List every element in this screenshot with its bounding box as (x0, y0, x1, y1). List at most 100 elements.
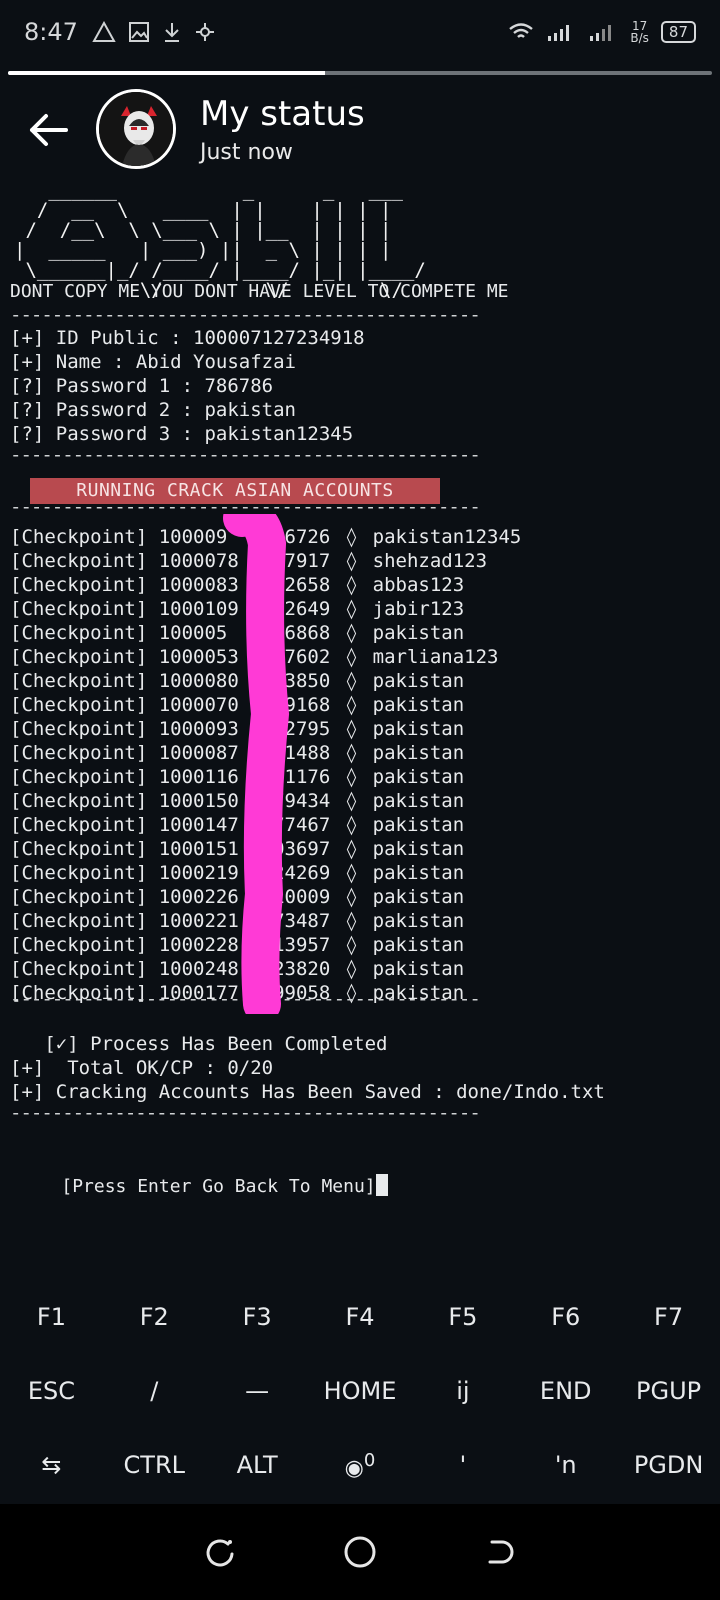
signal-icon-2 (590, 25, 612, 41)
signal-icon (548, 25, 570, 41)
account-password: jabir123 (372, 598, 465, 620)
extra-key-f4[interactable]: F4 (309, 1303, 412, 1331)
checkpoint-tag: [Checkpoint] (10, 838, 159, 860)
avatar-image (99, 92, 173, 166)
tagline: DONT COPY ME YOU DONT HAVE LEVEL TO COMP… (10, 281, 509, 302)
clock: 8:47 (24, 18, 78, 46)
checkpoint-tag: [Checkpoint] (10, 910, 159, 932)
wifi-icon (509, 23, 534, 38)
recent-apps-icon[interactable] (200, 1532, 240, 1572)
account-password: pakistan (372, 742, 465, 764)
notification-icons (92, 21, 216, 43)
extra-key-f5[interactable]: F5 (411, 1303, 514, 1331)
checkpoint-tag: [Checkpoint] (10, 550, 159, 572)
checkpoint-tag: [Checkpoint] (10, 814, 159, 836)
separator: ◊ (334, 670, 369, 692)
info-line: [+] Name : Abid Yousafzai (10, 351, 296, 373)
extra-key-n[interactable]: 'n (514, 1451, 617, 1479)
checkpoint-tag: [Checkpoint] (10, 718, 159, 740)
separator: ◊ (334, 574, 369, 596)
account-password: shehzad123 (372, 550, 488, 572)
extra-key-alt[interactable]: ALT (206, 1451, 309, 1479)
checkpoint-tag: [Checkpoint] (10, 646, 159, 668)
extra-key-f2[interactable]: F2 (103, 1303, 206, 1331)
divider: ----------------------------------------… (10, 444, 481, 466)
checkpoint-tag: [Checkpoint] (10, 574, 159, 596)
extra-key-f6[interactable]: F6 (514, 1303, 617, 1331)
checkpoint-tag: [Checkpoint] (10, 958, 159, 980)
info-line: [?] Password 2 : pakistan (10, 399, 296, 421)
account-password: pakistan (372, 958, 465, 980)
extra-key-f1[interactable]: F1 (0, 1303, 103, 1331)
extra-key-f3[interactable]: F3 (206, 1303, 309, 1331)
checkpoint-tag: [Checkpoint] (10, 742, 159, 764)
account-password: pakistan (372, 814, 465, 836)
account-password: abbas123 (372, 574, 465, 596)
account-password: pakistan (372, 670, 465, 692)
download-icon (164, 23, 179, 42)
extra-key-pgdn[interactable]: PGDN (617, 1451, 720, 1479)
status-bar-right: 17 B/s 87 (508, 20, 696, 44)
account-password: pakistan (372, 862, 465, 884)
terminal-cursor (375, 1174, 388, 1196)
account-password: pakistan (372, 622, 465, 644)
saved-line: [+] Cracking Accounts Has Been Saved : d… (10, 1081, 605, 1103)
total-line: [+] Total OK/CP : 0/20 (10, 1057, 274, 1079)
extra-keys-row-1: F1 F2 F3 F4 F5 F6 F7 (0, 1280, 720, 1354)
account-password: pakistan12345 (372, 526, 522, 548)
status-time: Just now (200, 140, 293, 165)
status-owner-title: My status (200, 94, 365, 134)
separator: ◊ (334, 910, 369, 932)
net-speed: 17 B/s (630, 20, 649, 44)
extra-key-pgup[interactable]: PGUP (617, 1377, 720, 1405)
account-password: marliana123 (372, 646, 499, 668)
account-password: pakistan (372, 790, 465, 812)
account-password: pakistan (372, 718, 465, 740)
info-line: [+] ID Public : 100007127234918 (10, 327, 365, 349)
extra-key-0[interactable]: ◉0 (309, 1450, 412, 1481)
gallery-icon (128, 22, 149, 42)
extra-key-ij[interactable]: ij (411, 1377, 514, 1405)
extra-key-home[interactable]: HOME (309, 1377, 412, 1405)
home-icon[interactable] (340, 1532, 380, 1572)
checkpoint-tag: [Checkpoint] (10, 694, 159, 716)
warning-triangle-icon (92, 21, 116, 42)
extra-key-[interactable]: — (206, 1377, 309, 1405)
extra-key-[interactable]: / (103, 1377, 206, 1405)
separator: ◊ (334, 790, 369, 812)
checkpoint-tag: [Checkpoint] (10, 790, 159, 812)
navigation-bar (0, 1504, 720, 1600)
checkpoint-tag: [Checkpoint] (10, 886, 159, 908)
status-bar-left: 8:47 (24, 18, 216, 46)
extra-key-end[interactable]: END (514, 1377, 617, 1405)
separator: ◊ (334, 838, 369, 860)
redaction-scribble (223, 514, 290, 1014)
separator: ◊ (334, 646, 369, 668)
extra-key-esc[interactable]: ESC (0, 1377, 103, 1405)
checkpoint-tag: [Checkpoint] (10, 670, 159, 692)
account-password: pakistan (372, 694, 465, 716)
back-gesture-icon[interactable] (480, 1532, 520, 1572)
eye-icon: ◉ (344, 1455, 364, 1481)
separator: ◊ (334, 694, 369, 716)
extra-key-[interactable]: ⇆ (0, 1451, 103, 1479)
extra-keys-row-2: ESC / — HOME ij END PGUP (0, 1354, 720, 1428)
extra-key-f7[interactable]: F7 (617, 1303, 720, 1331)
story-progress-fill (8, 71, 325, 75)
back-arrow-icon[interactable] (26, 108, 70, 152)
checkpoint-tag: [Checkpoint] (10, 766, 159, 788)
extra-key-[interactable]: ' (411, 1451, 514, 1479)
prompt-line[interactable]: [Press Enter Go Back To Menu] (18, 1150, 388, 1223)
status-header: My status Just now (0, 84, 720, 184)
checkpoint-tag: [Checkpoint] (10, 526, 159, 548)
separator: ◊ (334, 862, 369, 884)
app-icon (195, 23, 214, 41)
divider: ----------------------------------------… (10, 1102, 481, 1124)
extra-key-ctrl[interactable]: CTRL (103, 1451, 206, 1479)
separator: ◊ (334, 886, 369, 908)
checkpoint-tag: [Checkpoint] (10, 862, 159, 884)
account-password: pakistan (372, 934, 465, 956)
avatar[interactable] (96, 89, 176, 169)
account-password: pakistan (372, 838, 465, 860)
separator: ◊ (334, 526, 369, 548)
